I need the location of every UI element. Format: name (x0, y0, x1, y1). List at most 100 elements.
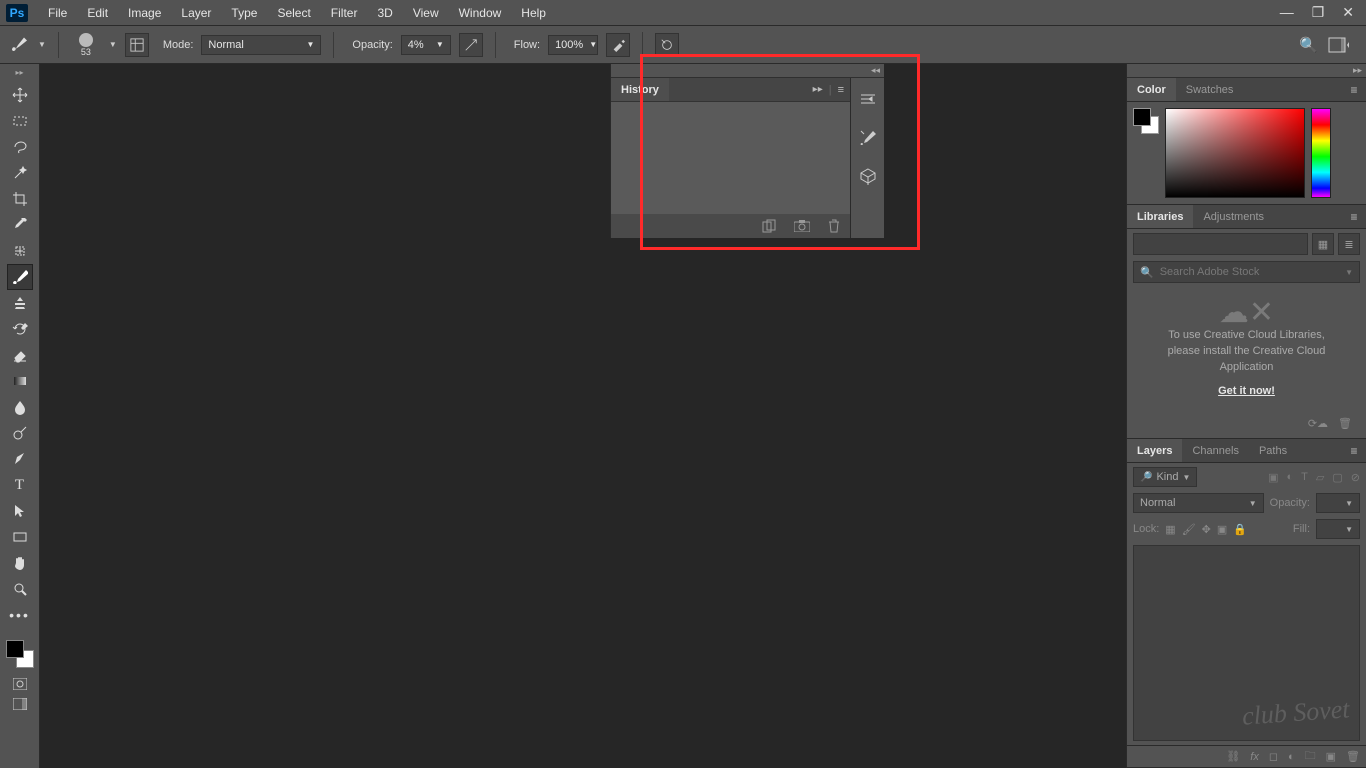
menu-3d[interactable]: 3D (367, 2, 402, 24)
new-snapshot-icon[interactable] (794, 220, 810, 232)
filter-pixel-icon[interactable]: ▣ (1268, 471, 1278, 484)
menu-window[interactable]: Window (449, 2, 512, 24)
tab-libraries[interactable]: Libraries (1127, 205, 1193, 228)
filter-shape-icon[interactable]: ▱ (1316, 471, 1324, 484)
menu-select[interactable]: Select (267, 2, 320, 24)
layer-fill-input[interactable]: ▼ (1316, 519, 1360, 539)
menu-image[interactable]: Image (118, 2, 171, 24)
lock-pixels-icon[interactable]: 🖌 (1182, 523, 1196, 536)
rectangle-tool[interactable] (7, 524, 33, 550)
flow-dropdown[interactable]: 100%▼ (548, 35, 598, 55)
libraries-panel-menu-icon[interactable]: ≡ (1342, 205, 1366, 228)
tab-channels[interactable]: Channels (1182, 439, 1248, 462)
libraries-search[interactable]: 🔍 Search Adobe Stock ▼ (1133, 261, 1360, 283)
opacity-pressure-button[interactable] (459, 33, 483, 57)
foreground-color-swatch[interactable] (6, 640, 24, 658)
delete-state-icon[interactable] (828, 219, 840, 233)
libraries-grid-view-icon[interactable]: ▦ (1312, 233, 1334, 255)
filter-toggle-icon[interactable]: ⊘ (1351, 471, 1360, 484)
layer-blend-mode-dropdown[interactable]: Normal▼ (1133, 493, 1264, 513)
new-document-from-state-icon[interactable] (762, 219, 776, 233)
layer-filter-kind[interactable]: 🔎 Kind ▼ (1133, 467, 1197, 487)
paragraph-panel-icon[interactable] (856, 88, 880, 112)
libraries-search-dropdown-icon[interactable]: ▼ (1345, 268, 1353, 277)
tool-preset-dropdown[interactable]: ▼ (38, 40, 46, 49)
lock-transparency-icon[interactable]: ▦ (1165, 523, 1175, 536)
type-tool[interactable]: T (7, 472, 33, 498)
search-icon[interactable]: 🔍 (1299, 36, 1318, 54)
tab-swatches[interactable]: Swatches (1176, 78, 1244, 101)
history-collapse-icon[interactable]: ▸▸ (813, 84, 823, 95)
tab-paths[interactable]: Paths (1249, 439, 1297, 462)
screen-mode-button[interactable] (7, 694, 33, 714)
menu-type[interactable]: Type (221, 2, 267, 24)
hand-tool[interactable] (7, 550, 33, 576)
tab-history[interactable]: History (611, 78, 669, 101)
color-field[interactable] (1165, 108, 1305, 198)
dodge-tool[interactable] (7, 420, 33, 446)
libraries-dropdown[interactable] (1133, 233, 1308, 255)
filter-adjustment-icon[interactable]: ◐ (1287, 471, 1294, 484)
delete-layer-icon[interactable]: 🗑 (1346, 750, 1360, 763)
brush-presets-panel-icon[interactable] (856, 126, 880, 150)
lasso-tool[interactable] (7, 134, 33, 160)
link-layers-icon[interactable]: ⛓ (1226, 750, 1240, 763)
layer-opacity-input[interactable]: ▼ (1316, 493, 1360, 513)
clone-stamp-tool[interactable] (7, 290, 33, 316)
layer-group-icon[interactable]: 🗀 (1305, 747, 1316, 766)
cloud-sync-icon[interactable]: ⟳☁ (1308, 417, 1328, 430)
lock-artboard-icon[interactable]: ▣ (1217, 523, 1227, 536)
spot-heal-tool[interactable] (7, 238, 33, 264)
current-tool-icon[interactable] (6, 33, 30, 57)
window-close-button[interactable]: ✕ (1342, 4, 1354, 21)
foreground-background-colors[interactable] (6, 640, 34, 668)
quick-mask-button[interactable] (7, 674, 33, 694)
brush-panel-button[interactable] (125, 33, 149, 57)
history-panel-menu-icon[interactable]: ≡ (838, 84, 844, 96)
blur-tool[interactable] (7, 394, 33, 420)
layers-list[interactable] (1133, 545, 1360, 741)
opacity-dropdown[interactable]: 4%▼ (401, 35, 451, 55)
gradient-tool[interactable] (7, 368, 33, 394)
edit-toolbar-button[interactable]: ••• (7, 602, 33, 628)
pen-tool[interactable] (7, 446, 33, 472)
size-pressure-button[interactable] (655, 33, 679, 57)
menu-help[interactable]: Help (511, 2, 556, 24)
blend-mode-dropdown[interactable]: Normal▼ (201, 35, 321, 55)
marquee-tool[interactable] (7, 108, 33, 134)
filter-smart-icon[interactable]: ▢ (1332, 471, 1342, 484)
menu-layer[interactable]: Layer (171, 2, 221, 24)
color-panel-menu-icon[interactable]: ≡ (1342, 78, 1366, 101)
adjustment-layer-icon[interactable]: ◐ (1288, 751, 1295, 763)
lock-position-icon[interactable]: ✥ (1202, 523, 1211, 536)
window-minimize-button[interactable]: — (1280, 4, 1294, 21)
tab-color[interactable]: Color (1127, 78, 1176, 101)
new-layer-icon[interactable]: ▣ (1326, 750, 1336, 763)
tab-adjustments[interactable]: Adjustments (1193, 205, 1274, 228)
menu-edit[interactable]: Edit (77, 2, 118, 24)
menu-filter[interactable]: Filter (321, 2, 368, 24)
airbrush-button[interactable] (606, 33, 630, 57)
zoom-tool[interactable] (7, 576, 33, 602)
lock-all-icon[interactable]: 🔒 (1233, 523, 1247, 536)
filter-type-icon[interactable]: T (1301, 471, 1308, 484)
tab-layers[interactable]: Layers (1127, 439, 1182, 462)
collapse-right-panels-icon[interactable]: ▸▸ (1353, 65, 1362, 76)
magic-wand-tool[interactable] (7, 160, 33, 186)
path-select-tool[interactable] (7, 498, 33, 524)
menu-view[interactable]: View (403, 2, 449, 24)
toolbar-expand-icon[interactable]: ▸▸ (15, 70, 23, 76)
eyedropper-tool[interactable] (7, 212, 33, 238)
panel-foreground-swatch[interactable] (1133, 108, 1151, 126)
hue-slider[interactable] (1311, 108, 1331, 198)
libraries-trash-icon[interactable]: 🗑 (1338, 417, 1352, 430)
layers-panel-menu-icon[interactable]: ≡ (1342, 439, 1366, 462)
collapse-panels-icon[interactable]: ◂◂ (871, 65, 880, 76)
brush-tool[interactable] (7, 264, 33, 290)
move-tool[interactable] (7, 82, 33, 108)
document-area[interactable]: ◂◂ History ▸▸ | ≡ (40, 64, 1126, 768)
get-it-now-link[interactable]: Get it now! (1145, 383, 1348, 399)
layer-effects-icon[interactable]: fx (1250, 751, 1259, 763)
3d-panel-icon[interactable] (856, 164, 880, 188)
brush-preset-dropdown[interactable]: ▼ (109, 40, 117, 49)
